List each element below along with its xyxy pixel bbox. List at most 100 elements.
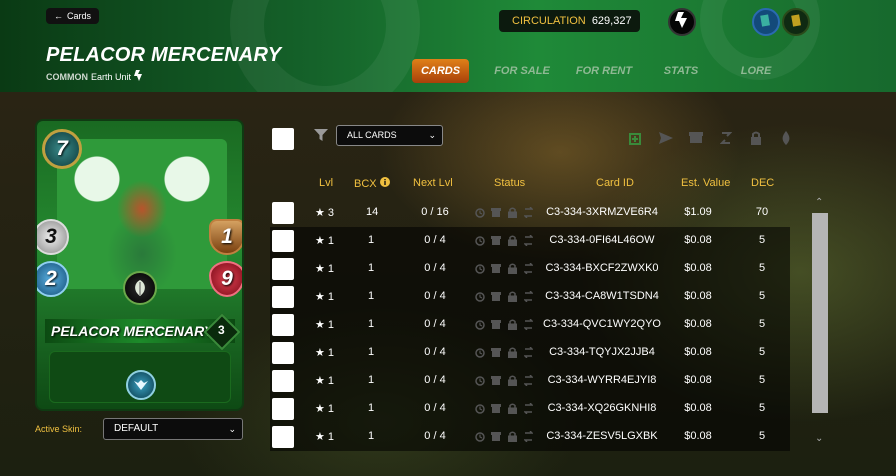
scrollbar-track[interactable]: [812, 213, 828, 413]
tab-stats[interactable]: STATS: [649, 59, 713, 83]
lock-icon: [507, 319, 517, 330]
row-status-icons: [475, 347, 533, 358]
armor-badge: 1: [209, 219, 242, 255]
row-checkbox[interactable]: [272, 258, 294, 280]
lock-icon: [507, 263, 517, 274]
edition-filter-button[interactable]: [668, 8, 696, 36]
row-status-icons: [475, 431, 533, 442]
row-status-icons: [475, 403, 533, 414]
send-icon[interactable]: [658, 130, 674, 146]
skin-select[interactable]: DEFAULT ⌄: [103, 418, 243, 440]
row-bcx: 1: [367, 346, 375, 358]
market-icon[interactable]: [688, 130, 704, 146]
market-icon: [491, 207, 501, 218]
card-level: 3: [218, 323, 225, 337]
lock-icon: [507, 207, 517, 218]
row-est-value: $0.08: [684, 430, 712, 442]
market-icon: [491, 291, 501, 302]
table-row[interactable]: ★ 1 1 0 / 4 C3-334-WYRR4EJYI8 $0.08 5: [270, 367, 790, 395]
row-dec: 5: [758, 430, 766, 442]
clock-icon: [475, 263, 485, 274]
row-checkbox[interactable]: [272, 314, 294, 336]
table-row[interactable]: ★ 1 1 0 / 4 C3-334-0FI64L46OW $0.08 5: [270, 227, 790, 255]
earth-leaf-icon: [123, 271, 157, 305]
row-dec: 5: [758, 318, 766, 330]
lock-icon[interactable]: [748, 130, 764, 146]
row-status-icons: [475, 319, 533, 330]
row-status-icons: [475, 291, 533, 302]
combine-icon[interactable]: [628, 130, 644, 146]
row-checkbox[interactable]: [272, 286, 294, 308]
tab-lore[interactable]: LORE: [713, 59, 799, 83]
table-row[interactable]: ★ 1 1 0 / 4 C3-334-XQ26GKNHI8 $0.08 5: [270, 395, 790, 423]
table-row[interactable]: ★ 1 1 0 / 4 C3-334-TQYJX2JJB4 $0.08 5: [270, 339, 790, 367]
row-next-level: 0 / 4: [424, 430, 446, 442]
row-card-id: C3-334-0FI64L46OW: [549, 234, 655, 246]
row-dec: 5: [758, 290, 766, 302]
row-card-id: C3-334-ZESV5LGXBK: [546, 430, 658, 442]
select-all-checkbox[interactable]: [272, 128, 294, 150]
row-level: ★ 1: [315, 375, 335, 387]
tab-cards[interactable]: CARDS: [412, 59, 469, 83]
clock-icon: [475, 319, 485, 330]
tab-for-rent[interactable]: FOR RENT: [559, 59, 649, 83]
health-badge: 9: [209, 261, 242, 297]
row-checkbox[interactable]: [272, 202, 294, 224]
column-header: Card ID: [596, 177, 634, 189]
row-level: ★ 1: [315, 319, 335, 331]
row-bcx: 1: [367, 262, 375, 274]
rent-icon[interactable]: [718, 130, 734, 146]
circulation-display: CIRCULATION 629,327: [499, 10, 640, 32]
market-icon: [491, 347, 501, 358]
row-level: ★ 1: [315, 235, 335, 247]
row-level: ★ 1: [315, 347, 335, 359]
chevron-down-icon[interactable]: ⌄: [815, 433, 823, 444]
column-header-label: BCX: [354, 177, 377, 190]
row-checkbox[interactable]: [272, 426, 294, 448]
table-row[interactable]: ★ 1 1 0 / 4 C3-334-BXCF2ZWXK0 $0.08 5: [270, 255, 790, 283]
clock-icon: [475, 291, 485, 302]
chevron-up-icon[interactable]: ⌃: [815, 197, 823, 208]
card-subtitle: COMMON Earth Unit: [46, 70, 144, 83]
clock-icon: [475, 431, 485, 442]
card-filter-select[interactable]: ALL CARDS ⌄: [336, 125, 443, 146]
page-title: PELACOR MERCENARY: [46, 44, 282, 66]
table-row[interactable]: ★ 3 14 0 / 16 C3-334-3XRMZVE6R4 $1.09 70: [270, 199, 790, 227]
filter-icon[interactable]: [314, 128, 328, 147]
row-bcx: 1: [367, 374, 375, 386]
row-level: ★ 1: [315, 291, 335, 303]
market-icon: [491, 375, 501, 386]
tab-for-sale[interactable]: FOR SALE: [485, 59, 559, 83]
row-checkbox[interactable]: [272, 342, 294, 364]
row-card-id: C3-334-CA8W1TSDN4: [545, 290, 659, 302]
edition-icon: [134, 70, 144, 83]
row-checkbox[interactable]: [272, 398, 294, 420]
column-header: Next Lvl: [413, 177, 453, 189]
back-button[interactable]: ← Cards: [46, 8, 100, 24]
row-checkbox[interactable]: [272, 230, 294, 252]
chevron-down-icon: ⌄: [428, 130, 436, 140]
card-stack-icon: [760, 13, 772, 32]
card-view-button[interactable]: [752, 8, 780, 36]
column-header: Status: [494, 177, 526, 189]
circulation-value: 629,327: [591, 15, 632, 27]
row-card-id: C3-334-3XRMZVE6R4: [546, 206, 658, 218]
row-checkbox[interactable]: [272, 370, 294, 392]
back-label: Cards: [67, 11, 92, 21]
lock-icon: [507, 431, 517, 442]
info-icon[interactable]: [379, 177, 390, 190]
table-row[interactable]: ★ 1 1 0 / 4 C3-334-CA8W1TSDN4 $0.08 5: [270, 283, 790, 311]
wings-ability-icon[interactable]: [126, 370, 156, 400]
row-card-id: C3-334-BXCF2ZWXK0: [545, 262, 659, 274]
skin-select-value: DEFAULT: [114, 423, 159, 434]
burn-icon[interactable]: [778, 130, 794, 146]
table-scrollbar[interactable]: ⌃ ⌄: [812, 197, 828, 444]
table-row[interactable]: ★ 1 1 0 / 4 C3-334-QVC1WY2QYO $0.08 5: [270, 311, 790, 339]
mana-cost-badge: 7: [42, 129, 82, 169]
row-card-id: C3-334-WYRR4EJYI8: [547, 374, 657, 386]
clock-icon: [475, 207, 485, 218]
table-row[interactable]: ★ 1 1 0 / 4 C3-334-ZESV5LGXBK $0.08 5: [270, 423, 790, 451]
market-icon: [491, 319, 501, 330]
row-est-value: $0.08: [684, 318, 712, 330]
collection-view-button[interactable]: [782, 8, 810, 36]
